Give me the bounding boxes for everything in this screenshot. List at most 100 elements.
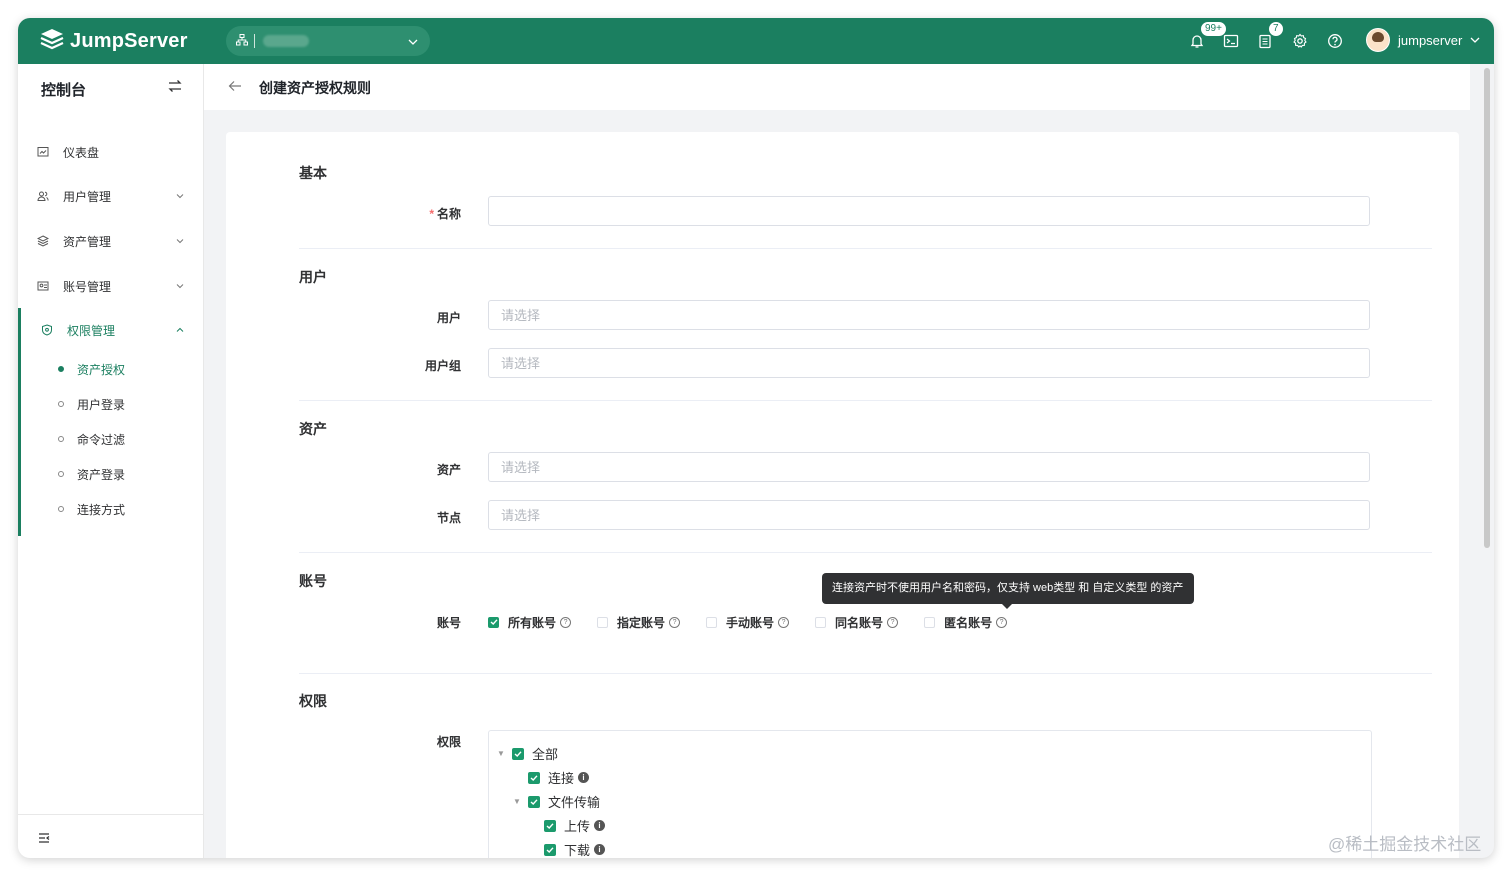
name-label: * 名称 <box>429 207 461 221</box>
tree-node-connect[interactable]: 连接 i <box>528 768 590 787</box>
user-select[interactable]: 请选择 <box>488 300 1370 330</box>
sidebar: 控制台 仪表盘 用户管理 资产管理 账号管理 权限管理 资产授权 用户登录 命令… <box>18 64 204 858</box>
tree-node-label: 上传 <box>564 819 591 834</box>
node-select[interactable]: 请选择 <box>488 500 1370 530</box>
checkbox[interactable] <box>815 616 827 628</box>
chevron-down-icon <box>1470 33 1480 48</box>
tree-node-label: 连接 <box>548 771 575 786</box>
section-title-account: 账号 <box>299 573 327 589</box>
watermark: @稀土掘金技术社区 <box>1328 835 1482 854</box>
vertical-scrollbar[interactable] <box>1484 68 1490 548</box>
anonymous-account-tooltip: 连接资产时不使用用户名和密码，仅支持 web类型 和 自定义类型 的资产 <box>822 573 1194 609</box>
sidebar-item-label: 仪表盘 <box>63 145 100 160</box>
question-icon[interactable]: ? <box>669 616 681 628</box>
checkbox[interactable] <box>924 616 936 628</box>
sidebar-subitem-label: 用户登录 <box>77 397 126 412</box>
sidebar-title: 控制台 <box>41 82 87 99</box>
org-value-blurred <box>263 35 309 47</box>
checkbox[interactable] <box>597 616 609 628</box>
permission-label: 权限 <box>436 735 461 749</box>
account-option-specified[interactable]: 指定账号 ? <box>597 614 681 631</box>
shield-icon <box>40 324 54 336</box>
terminal-button[interactable] <box>1220 30 1242 52</box>
checkbox-checked[interactable] <box>528 771 540 784</box>
tree-node-upload[interactable]: 上传 i <box>544 816 606 835</box>
asset-select[interactable]: 请选择 <box>488 452 1370 482</box>
sidebar-item-label: 权限管理 <box>67 323 116 338</box>
sidebar-item-dashboard[interactable]: 仪表盘 <box>18 132 203 172</box>
org-separator <box>254 34 255 48</box>
checkbox-checked[interactable] <box>544 843 556 856</box>
account-option-same-name[interactable]: 同名账号 ? <box>815 614 899 631</box>
chevron-down-icon <box>175 190 185 204</box>
question-icon[interactable]: ? <box>887 616 899 628</box>
settings-button[interactable] <box>1289 30 1311 52</box>
checkbox-checked[interactable] <box>528 795 540 808</box>
sidebar-subitem-label: 资产授权 <box>77 362 126 377</box>
brand-logo[interactable]: JumpServer <box>40 28 188 55</box>
collapse-menu-icon[interactable] <box>38 831 50 849</box>
account-label: 账号 <box>436 616 461 630</box>
section-title-user: 用户 <box>299 269 327 285</box>
caret-down-icon[interactable]: ▼ <box>513 797 521 806</box>
bullet-icon <box>58 506 64 512</box>
top-navbar: JumpServer 99+ 7 jumpserver <box>18 18 1494 64</box>
sidebar-subitem-label: 连接方式 <box>77 502 126 517</box>
tickets-button[interactable]: 7 <box>1254 21 1284 52</box>
checkbox-checked[interactable] <box>544 819 556 832</box>
name-input[interactable] <box>488 196 1370 226</box>
account-option-anonymous[interactable]: 匿名账号 ? <box>924 614 1008 631</box>
sidebar-item-label: 资产管理 <box>63 234 112 249</box>
sidebar-item-permissions[interactable]: 权限管理 <box>18 310 203 350</box>
sidebar-item-label: 账号管理 <box>63 279 112 294</box>
tree-node-file-transfer[interactable]: ▼ 文件传输 <box>513 792 600 811</box>
info-icon[interactable]: i <box>594 844 606 855</box>
sidebar-item-accounts[interactable]: 账号管理 <box>18 266 203 306</box>
usergroup-select[interactable]: 请选择 <box>488 348 1370 378</box>
info-icon[interactable]: i <box>594 820 606 831</box>
page-header: 创建资产授权规则 <box>204 64 1470 110</box>
account-option-all[interactable]: 所有账号 ? <box>488 614 572 631</box>
sidebar-subitem-command-filter[interactable]: 命令过滤 <box>18 424 203 454</box>
chevron-down-icon <box>175 280 185 294</box>
tree-node-download[interactable]: 下载 i <box>544 840 606 858</box>
gear-icon <box>1293 33 1307 48</box>
sidebar-subitem-user-login[interactable]: 用户登录 <box>18 389 203 419</box>
account-options: 所有账号 ? 指定账号 ? 手动账号 ? 同名账号 ? 匿名账号 ? <box>488 614 1033 630</box>
checkbox[interactable] <box>706 616 718 628</box>
question-icon[interactable]: ? <box>560 616 572 628</box>
help-button[interactable] <box>1324 30 1346 52</box>
organization-select[interactable] <box>226 26 430 56</box>
chevron-up-icon <box>175 324 185 338</box>
back-arrow-icon[interactable] <box>228 79 242 97</box>
tree-node-label: 文件传输 <box>548 795 601 810</box>
question-icon[interactable]: ? <box>996 616 1008 628</box>
sidebar-item-users[interactable]: 用户管理 <box>18 176 203 216</box>
sidebar-subitem-connect-method[interactable]: 连接方式 <box>18 494 203 524</box>
checkbox-checked[interactable] <box>512 747 524 760</box>
checkbox-checked[interactable] <box>488 616 499 628</box>
app-window: JumpServer 99+ 7 jumpserver 控制台 仪表盘 用户管理… <box>18 18 1494 858</box>
usergroup-label: 用户组 <box>424 359 461 373</box>
chevron-down-icon <box>408 34 418 52</box>
tree-node-all[interactable]: ▼ 全部 <box>497 744 558 763</box>
sidebar-subitem-asset-login[interactable]: 资产登录 <box>18 459 203 489</box>
help-icon <box>1328 34 1342 48</box>
brand-name: JumpServer <box>70 30 188 52</box>
info-icon[interactable]: i <box>578 772 590 783</box>
question-icon[interactable]: ? <box>778 616 790 628</box>
divider <box>299 552 1432 553</box>
user-menu[interactable]: jumpserver <box>1366 28 1480 52</box>
notifications-button[interactable]: 99+ <box>1186 21 1227 52</box>
account-option-manual[interactable]: 手动账号 ? <box>706 614 790 631</box>
caret-down-icon[interactable]: ▼ <box>497 749 505 758</box>
account-option-label: 匿名账号 <box>944 615 993 630</box>
view-switch-button[interactable] <box>168 79 182 98</box>
account-option-label: 手动账号 <box>726 615 775 630</box>
tree-node-label: 下载 <box>564 843 591 858</box>
sidebar-item-assets[interactable]: 资产管理 <box>18 221 203 261</box>
permission-tree: ▼ 全部 连接 i ▼ 文件传输 上传 i 下载 i <box>488 730 1372 858</box>
username: jumpserver <box>1398 32 1463 48</box>
sidebar-subitem-label: 命令过滤 <box>77 432 126 447</box>
sidebar-subitem-asset-permission[interactable]: 资产授权 <box>18 354 203 384</box>
